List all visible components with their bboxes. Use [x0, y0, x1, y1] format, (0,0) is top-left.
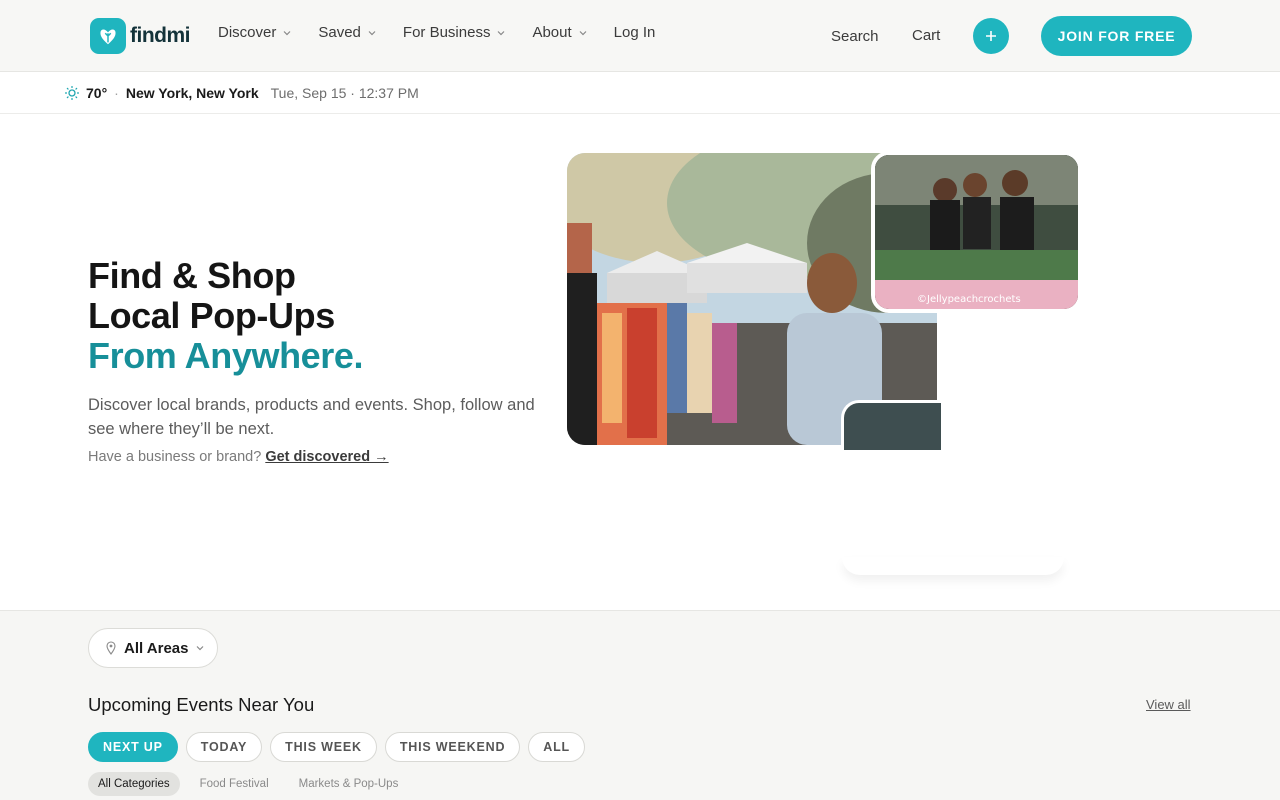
location-weather-bar: 70° · New York, New York Tue, Sep 15 · 1…: [0, 73, 1280, 114]
filter-this-weekend[interactable]: THIS WEEKEND: [384, 732, 521, 762]
city-name[interactable]: New York, New York: [126, 85, 259, 101]
main-nav: Discover Saved For Business About Log In: [218, 24, 655, 41]
area-selector-label: All Areas: [124, 639, 189, 657]
photo-watermark: ©Jellypeachcrochets: [917, 294, 1021, 305]
filter-this-week[interactable]: THIS WEEK: [270, 732, 377, 762]
photo-card-shadow: [842, 557, 1064, 575]
top-navigation-bar: findmi Discover Saved For Business About…: [0, 0, 1280, 72]
nav-saved[interactable]: Saved: [318, 24, 377, 41]
findmi-logo[interactable]: findmi: [90, 18, 191, 54]
hero-title-accent: From Anywhere.: [88, 335, 364, 376]
nav-saved-label: Saved: [318, 24, 361, 41]
temperature: 70°: [86, 85, 108, 101]
separator-dot: ·: [114, 85, 119, 101]
filter-next-up[interactable]: NEXT UP: [88, 732, 178, 762]
hero-title: Find & Shop Local Pop-Ups From Anywhere.: [88, 255, 364, 376]
view-all-link[interactable]: View all: [1146, 697, 1191, 712]
chevron-down-icon: [368, 30, 376, 35]
hero-subtitle: Discover local brands, products and even…: [88, 396, 535, 438]
chevron-down-icon: [197, 646, 204, 651]
area-selector[interactable]: All Areas: [88, 628, 218, 668]
login-link[interactable]: Log In: [614, 24, 656, 41]
category-markets-pop-ups[interactable]: Markets & Pop-Ups: [289, 772, 409, 796]
category-food-festival[interactable]: Food Festival: [190, 772, 279, 796]
vendor-photo: ©Jellypeachcrochets: [871, 151, 1082, 313]
nav-for-business[interactable]: For Business: [403, 24, 507, 41]
thumbnail-photo: [841, 400, 941, 450]
nav-discover[interactable]: Discover: [218, 24, 292, 41]
chevron-down-icon: [579, 30, 587, 35]
section-title: Upcoming Events Near You: [88, 694, 315, 715]
hero-title-line2: Local Pop-Ups: [88, 295, 335, 336]
hero-title-line1: Find & Shop: [88, 255, 296, 296]
nav-discover-label: Discover: [218, 24, 277, 41]
nav-for-business-label: For Business: [402, 24, 491, 41]
events-section: All Areas Upcoming Events Near You View …: [0, 610, 1280, 800]
category-all[interactable]: All Categories: [88, 772, 180, 796]
category-filter-group: All Categories Food Festival Markets & P…: [88, 772, 414, 796]
get-discovered-link[interactable]: Get discovered →: [265, 449, 388, 465]
sun-icon: [65, 86, 79, 100]
search-link[interactable]: Search: [831, 28, 879, 45]
vendor-photo-illustration: ©Jellypeachcrochets: [875, 155, 1078, 309]
date-time: Tue, Sep 15 · 12:37 PM: [270, 85, 419, 101]
nav-about-label: About: [532, 24, 572, 41]
add-button[interactable]: [973, 18, 1009, 54]
heart-leaf-logo-icon: [90, 18, 126, 54]
chevron-down-icon: [498, 30, 505, 35]
time-filter-group: NEXT UP TODAY THIS WEEK THIS WEEKEND ALL: [88, 732, 585, 762]
business-prompt-text: Have a business or brand?: [88, 449, 262, 465]
join-for-free-button[interactable]: JOIN FOR FREE: [1041, 16, 1192, 56]
business-prompt: Have a business or brand? Get discovered …: [88, 449, 389, 465]
nav-about[interactable]: About: [532, 24, 587, 41]
location-pin-icon: [106, 641, 116, 655]
hero-section: Find & Shop Local Pop-Ups From Anywhere.…: [0, 114, 1280, 610]
filter-all[interactable]: ALL: [528, 732, 585, 762]
plus-icon: [986, 31, 996, 41]
logo-text: findmi: [130, 24, 191, 47]
filter-today[interactable]: TODAY: [185, 732, 263, 762]
chevron-down-icon: [283, 30, 291, 35]
cart-link[interactable]: Cart: [912, 27, 940, 44]
